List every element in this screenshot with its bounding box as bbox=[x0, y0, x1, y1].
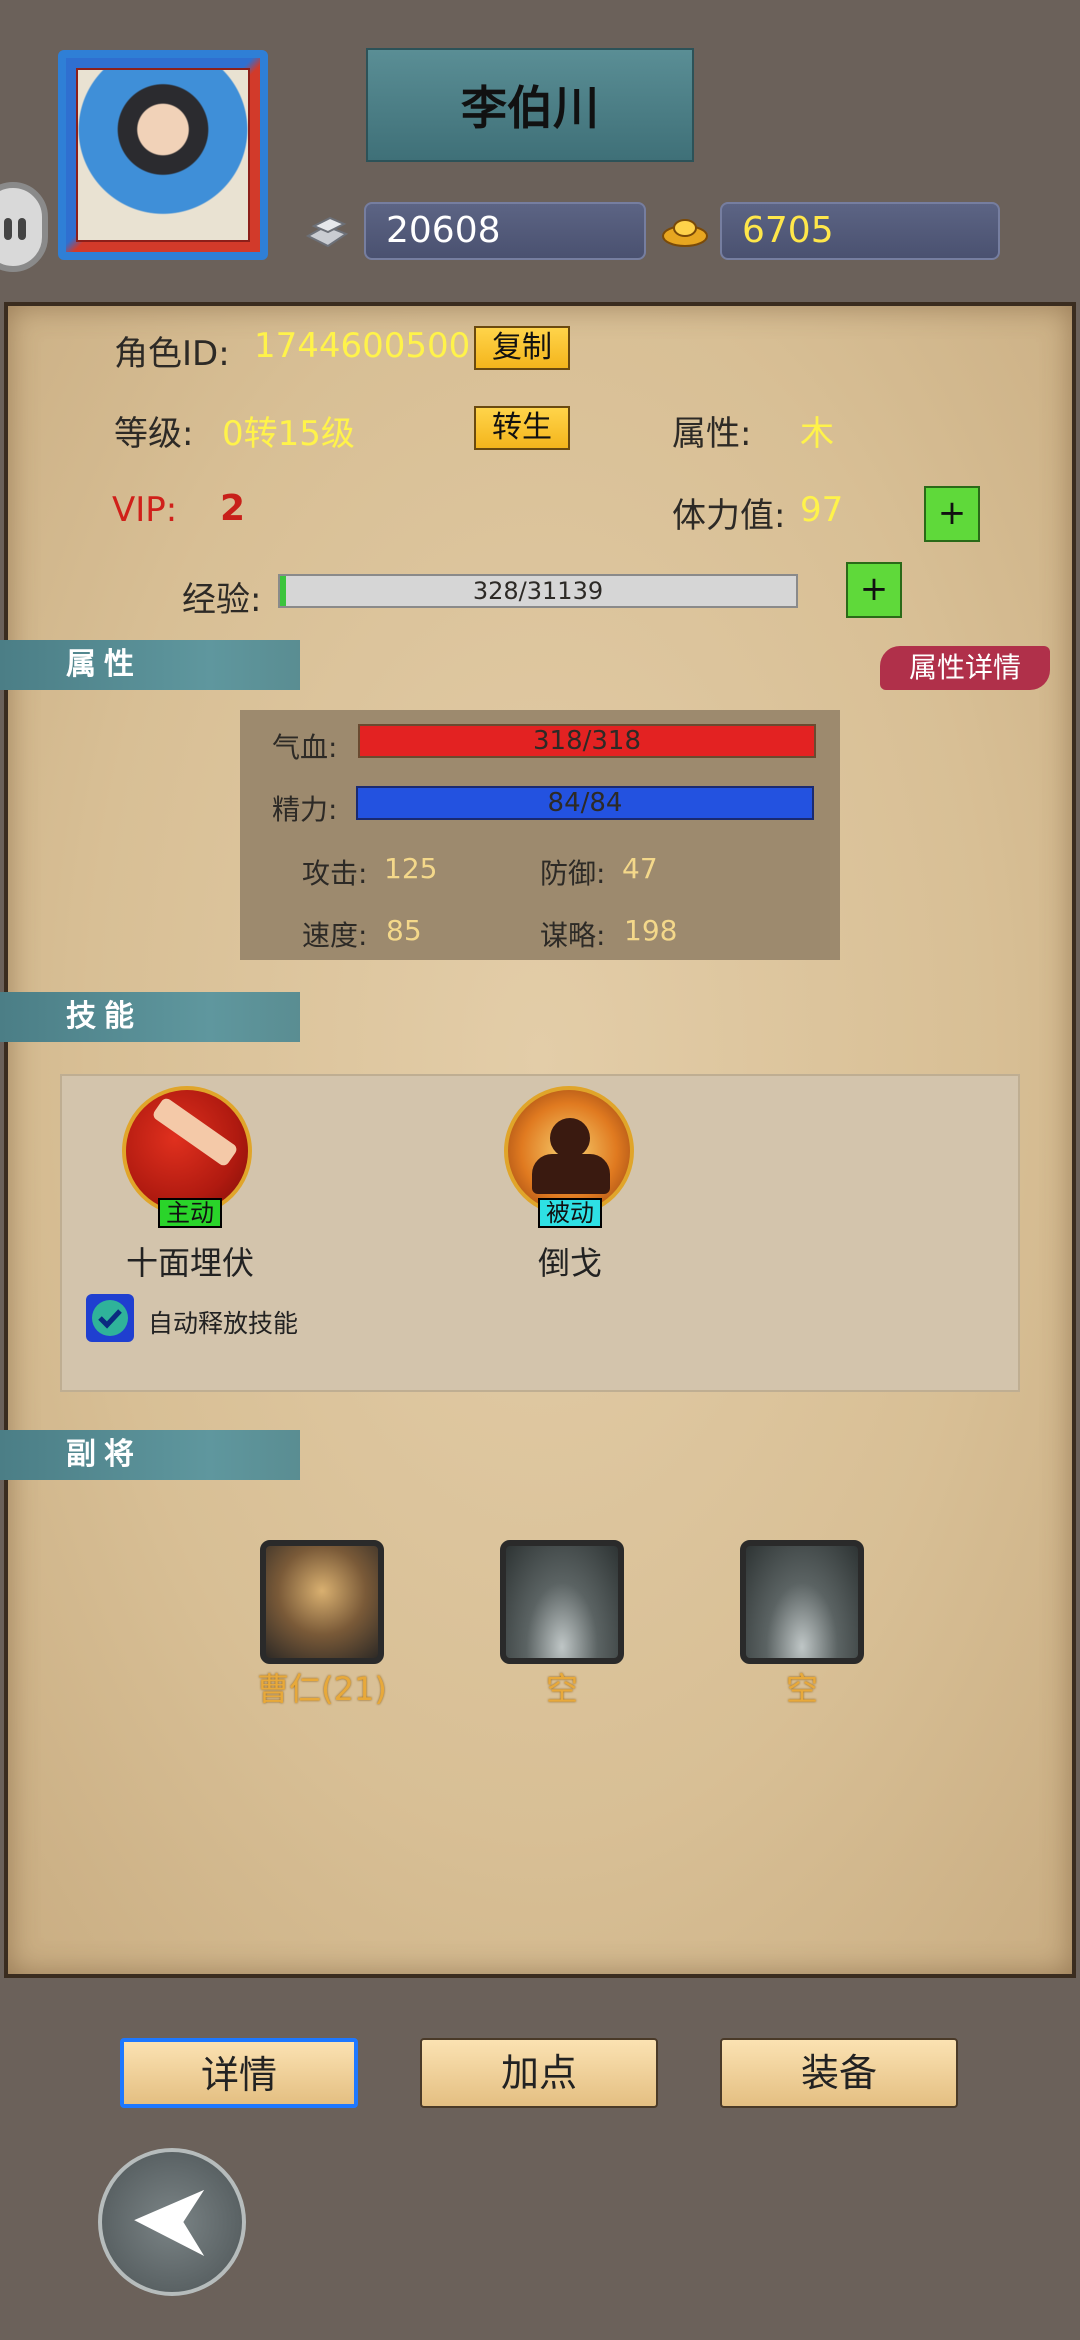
copy-button[interactable]: 复制 bbox=[474, 326, 570, 370]
skill-tag-passive: 被动 bbox=[538, 1198, 602, 1228]
defense-label: 防御: bbox=[540, 857, 606, 890]
mp-bar: 84/84 bbox=[356, 786, 814, 820]
stamina-value: 97 bbox=[800, 490, 844, 530]
vip-label: VIP: bbox=[112, 490, 178, 530]
auto-cast-label: 自动释放技能 bbox=[148, 1309, 299, 1338]
tab-equipment[interactable]: 装备 bbox=[720, 2038, 958, 2108]
speed-value: 85 bbox=[386, 914, 422, 947]
portrait-image bbox=[76, 68, 250, 242]
player-avatar[interactable] bbox=[58, 50, 268, 260]
defense-value: 47 bbox=[622, 852, 658, 885]
deputy-slot-2[interactable] bbox=[500, 1540, 624, 1664]
element-value: 木 bbox=[800, 414, 834, 454]
deputy-name-1: 曹仁(21) bbox=[257, 1670, 387, 1708]
skill-name-ambush: 十面埋伏 bbox=[126, 1244, 255, 1282]
deputies-header: 副将 bbox=[0, 1430, 300, 1480]
attack-label: 攻击: bbox=[302, 857, 368, 890]
hp-bar: 318/318 bbox=[358, 724, 816, 758]
add-exp-button[interactable]: + bbox=[846, 562, 902, 618]
back-arrow-icon bbox=[134, 2189, 205, 2257]
check-icon bbox=[92, 1300, 128, 1336]
silver-ingot-icon bbox=[305, 216, 349, 248]
player-name: 李伯川 bbox=[461, 81, 599, 135]
deputy-slot-3[interactable] bbox=[740, 1540, 864, 1664]
add-stamina-button[interactable]: + bbox=[924, 486, 980, 542]
rebirth-button[interactable]: 转生 bbox=[474, 406, 570, 450]
skill-icon-ambush[interactable] bbox=[122, 1086, 252, 1216]
auto-cast-checkbox[interactable] bbox=[86, 1294, 134, 1342]
skills-header: 技能 bbox=[0, 992, 300, 1042]
tab-add-points[interactable]: 加点 bbox=[420, 2038, 658, 2108]
deputy-slot-1[interactable] bbox=[260, 1540, 384, 1664]
mp-text: 84/84 bbox=[547, 788, 623, 818]
hp-label: 气血: bbox=[272, 731, 338, 764]
deputy-name-2: 空 bbox=[545, 1670, 578, 1708]
role-id-value: 1744600500 bbox=[254, 326, 471, 366]
deputy-name-3: 空 bbox=[785, 1670, 818, 1708]
back-button[interactable] bbox=[98, 2148, 246, 2296]
skill-icon-defection[interactable] bbox=[504, 1086, 634, 1216]
silver-amount: 20608 bbox=[364, 202, 646, 260]
attribute-details-button[interactable]: 属性详情 bbox=[880, 646, 1050, 690]
skill-name-defection: 倒戈 bbox=[538, 1244, 603, 1282]
strategy-label: 谋略: bbox=[540, 919, 606, 952]
exp-text: 328/31139 bbox=[472, 577, 604, 605]
player-name-plate: 李伯川 bbox=[366, 48, 694, 162]
gold-ingot-icon bbox=[662, 219, 708, 247]
hp-text: 318/318 bbox=[532, 726, 641, 756]
stamina-label: 体力值: bbox=[672, 496, 786, 536]
gold-amount: 6705 bbox=[720, 202, 1000, 260]
attack-value: 125 bbox=[384, 852, 438, 885]
level-value: 0转15级 bbox=[222, 414, 355, 454]
element-label: 属性: bbox=[672, 414, 752, 454]
tab-details[interactable]: 详情 bbox=[120, 2038, 358, 2108]
exp-label: 经验: bbox=[182, 580, 262, 620]
role-id-label: 角色ID: bbox=[114, 334, 230, 374]
level-label: 等级: bbox=[114, 414, 194, 454]
strategy-value: 198 bbox=[624, 914, 678, 947]
skill-tag-active: 主动 bbox=[158, 1198, 222, 1228]
attributes-header: 属性 bbox=[0, 640, 300, 690]
mp-label: 精力: bbox=[272, 793, 338, 826]
exp-bar-fill bbox=[280, 576, 286, 606]
chat-bubble-button[interactable] bbox=[0, 182, 48, 272]
vip-value: 2 bbox=[220, 488, 246, 529]
speed-label: 速度: bbox=[302, 919, 368, 952]
exp-bar: 328/31139 bbox=[278, 574, 798, 608]
